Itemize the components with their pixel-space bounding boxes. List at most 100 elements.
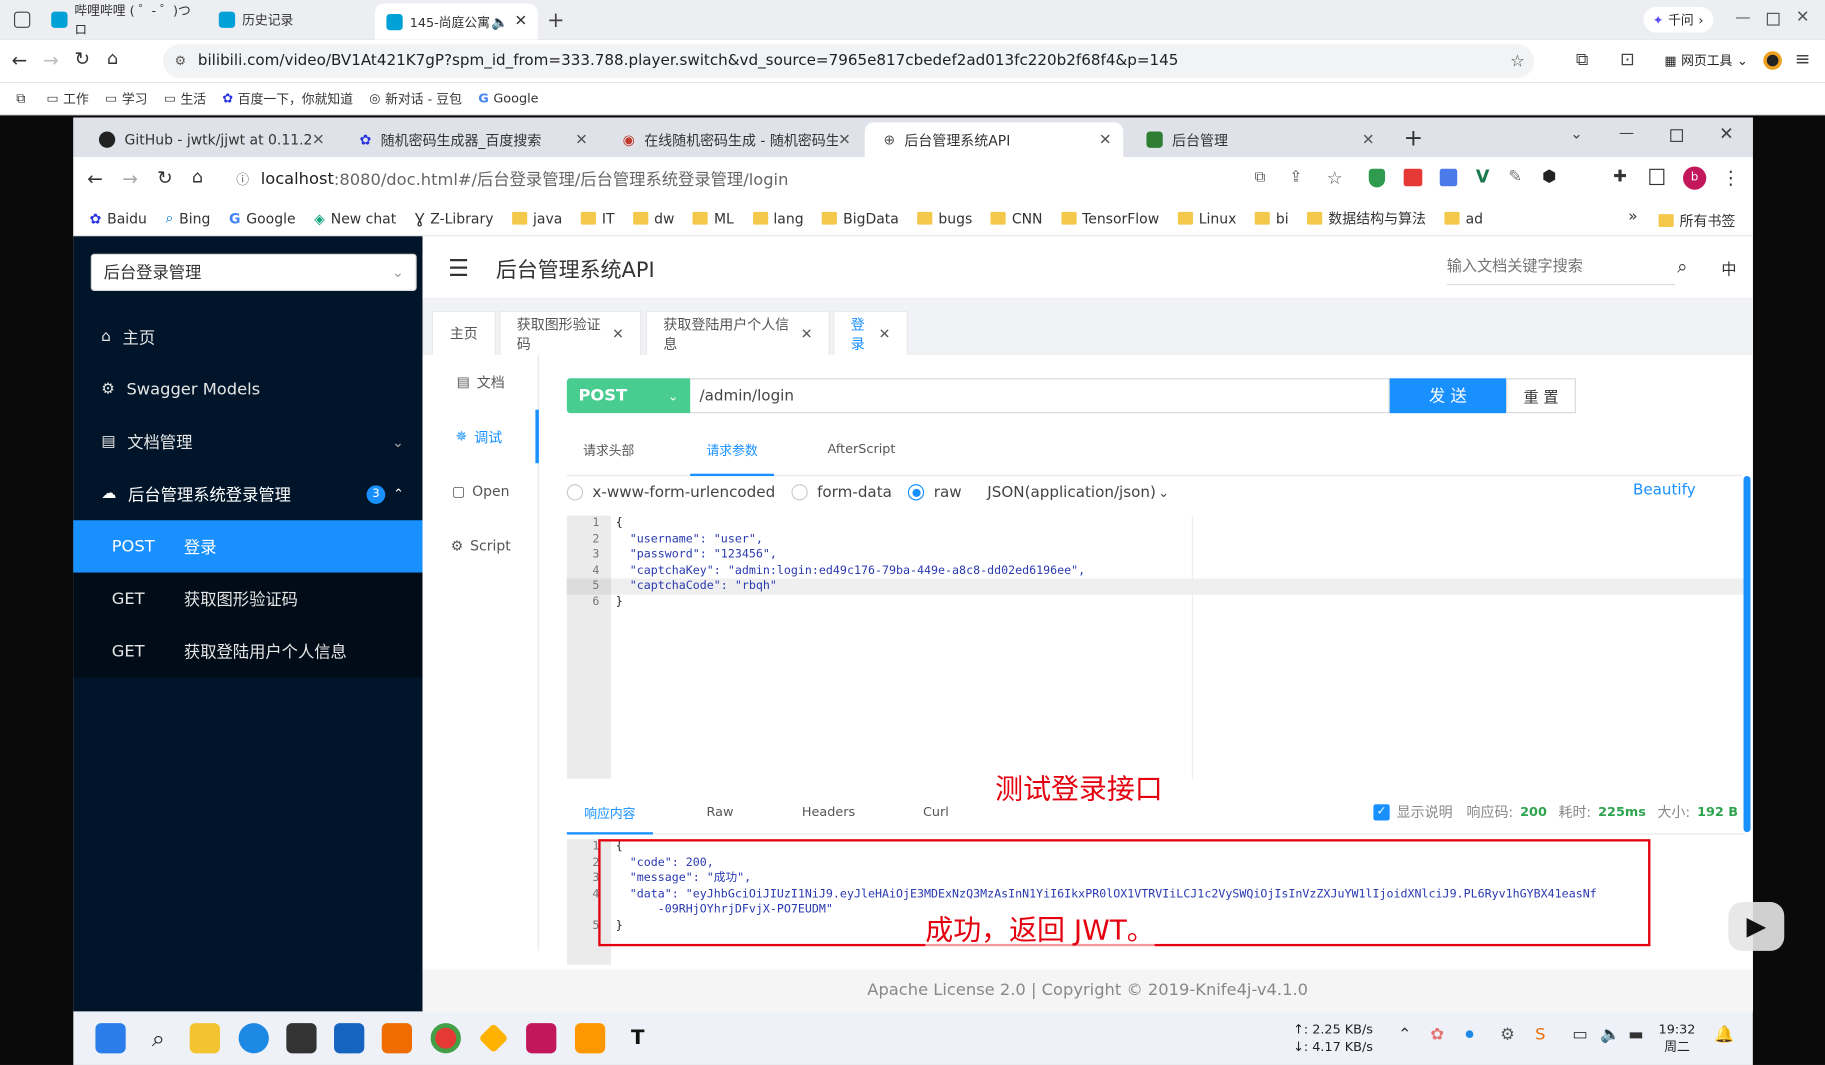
edge-icon[interactable] (238, 1023, 269, 1054)
tab-search-icon[interactable]: ⌄ (1570, 126, 1583, 143)
typora-icon[interactable]: T (623, 1023, 653, 1053)
close-icon[interactable]: ✕ (612, 325, 624, 341)
bookmark-folder[interactable]: ML (693, 210, 734, 226)
menu-open[interactable]: ▢ Open (422, 464, 538, 518)
tab-actions-icon[interactable] (13, 11, 31, 28)
web-tools-button[interactable]: ▦ 网页工具 ⌄ (1664, 51, 1747, 70)
tray-app-icon[interactable]: ✿ (1430, 1025, 1444, 1044)
doc-tab-userinfo[interactable]: 获取登陆用户个人信息 ✕ (645, 310, 830, 355)
site-info-icon[interactable]: ⚙ (175, 54, 186, 69)
bookmark-folder[interactable]: IT (580, 210, 615, 226)
outer-tab-bilibili[interactable]: 哔哩哔哩 ( ゜- ゜)つロ (40, 3, 203, 37)
info-icon[interactable]: ⓘ (236, 170, 249, 189)
bookmark-folder[interactable]: TensorFlow (1061, 210, 1159, 226)
shield-extension-icon[interactable] (1368, 168, 1386, 188)
tray-s-icon[interactable]: S (1535, 1025, 1545, 1044)
radio-urlencoded[interactable] (566, 484, 584, 501)
star-icon[interactable]: ☆ (1510, 52, 1525, 71)
inner-url-bar[interactable]: ⓘ localhost:8080/doc.html#/后台登录管理/后台管理系统… (236, 163, 1260, 196)
speaker-icon[interactable]: 🔈 (491, 13, 508, 29)
tab-params[interactable]: 请求参数 (690, 429, 774, 477)
outer-bookmark[interactable]: ✿ 百度一下，你就知道 (222, 89, 353, 108)
clock[interactable]: 19:32 周二 (1659, 1021, 1696, 1056)
store-icon[interactable] (334, 1023, 365, 1054)
inner-tab-admin[interactable]: 后台管理 ✕ (1128, 122, 1386, 157)
minimize-icon[interactable]: — (1735, 9, 1750, 26)
close-window-icon[interactable]: ✕ (1796, 8, 1810, 27)
sidebar-item-login-manage[interactable]: ☁ 后台管理系统登录管理 3 ⌃ (73, 468, 422, 520)
bookmark-folder[interactable]: dw (633, 210, 674, 226)
mic-icon[interactable]: ⏺ (1465, 1025, 1473, 1044)
sublime-icon[interactable] (574, 1023, 606, 1054)
close-tab-icon[interactable]: ✕ (312, 131, 325, 148)
screenshot-icon[interactable]: ⊡ (1620, 49, 1635, 70)
outer-bookmark[interactable]: G Google (478, 91, 538, 106)
chevron-up-icon[interactable]: ⌃ (1398, 1025, 1412, 1044)
bookmark-google[interactable]: G Google (229, 210, 296, 226)
bookmark-folder[interactable]: CNN (990, 210, 1043, 226)
radio-form-data[interactable] (791, 484, 808, 501)
forward-icon[interactable]: → (122, 168, 138, 190)
qianwen-button[interactable]: ✦ 千问 › (1643, 6, 1713, 33)
tab-raw[interactable]: Raw (706, 804, 733, 819)
outer-bookmark[interactable]: ▭ 学习 (105, 89, 147, 108)
forward-icon[interactable]: → (43, 49, 59, 71)
ghost-extension-icon[interactable]: ⬢ (1542, 168, 1556, 187)
chrome-icon[interactable] (430, 1023, 461, 1054)
inner-tab-api-doc[interactable]: ⊕ 后台管理系统API ✕ (864, 122, 1124, 158)
home-icon[interactable]: ⌂ (107, 48, 118, 69)
extensions-icon[interactable]: ⧉ (1576, 49, 1588, 70)
close-tab-icon[interactable]: ✕ (1099, 131, 1112, 148)
play-button[interactable]: ▶ (1728, 902, 1785, 951)
close-tab-icon[interactable]: ✕ (575, 131, 588, 148)
scrollbar[interactable] (1743, 476, 1751, 833)
bookmark-folder[interactable]: java (512, 210, 562, 226)
vue-extension-icon[interactable]: V (1476, 166, 1490, 187)
close-icon[interactable]: ✕ (879, 325, 891, 341)
outer-bookmark[interactable]: ▭ 工作 (46, 89, 88, 108)
file-explorer-icon[interactable] (189, 1023, 220, 1054)
back-icon[interactable]: ← (87, 168, 103, 190)
tab-response-content[interactable]: 响应内容 (566, 790, 653, 835)
radio-raw[interactable] (908, 484, 925, 501)
menu-debug[interactable]: ✵ 调试 (422, 409, 539, 464)
search-box[interactable] (1446, 252, 1675, 286)
minimize-icon[interactable]: — (1619, 125, 1634, 142)
close-tab-icon[interactable]: ✕ (1362, 131, 1375, 148)
search-input[interactable] (1446, 252, 1668, 275)
sidebar-item-doc-manage[interactable]: ▤ 文档管理 ⌄ (73, 416, 422, 468)
bookmark-bing[interactable]: ⌕ Bing (166, 210, 211, 227)
tab-headers[interactable]: 请求头部 (583, 441, 634, 460)
menu-icon[interactable]: ⋮ (1721, 166, 1740, 188)
bookmark-zlibrary[interactable]: Ɣ Z-Library (415, 210, 494, 226)
show-desc-checkbox[interactable]: ✓ (1373, 803, 1390, 820)
content-type-select[interactable]: JSON(application/json) (987, 484, 1156, 501)
close-tab-icon[interactable]: ✕ (838, 130, 851, 149)
bookmark-folder[interactable]: Linux (1177, 210, 1236, 226)
new-tab-icon[interactable]: + (1404, 123, 1424, 151)
sidebar-sub-captcha[interactable]: GET 获取图形验证码 (73, 572, 423, 626)
outer-tab-video[interactable]: 145-尚庭公寓 🔈 ✕ (374, 3, 538, 40)
sidebar-sub-login[interactable]: POST 登录 (73, 520, 423, 573)
method-select[interactable]: POST ⌄ (566, 378, 691, 414)
search-icon[interactable]: ⌕ (1677, 255, 1687, 278)
inner-tab-github[interactable]: GitHub - jwtk/jjwt at 0.11.2 ✕ (80, 122, 336, 157)
reset-button[interactable]: 重 置 (1506, 378, 1576, 414)
volume-icon[interactable]: 🔈 (1600, 1025, 1620, 1044)
tray-tool-icon[interactable]: ⚙ (1500, 1025, 1515, 1044)
back-icon[interactable]: ← (12, 49, 28, 71)
sidebar-item-home[interactable]: ⌂ 主页 (73, 311, 422, 363)
avatar[interactable] (1763, 51, 1782, 70)
bookmark-baidu[interactable]: ✿ Baidu (90, 210, 147, 226)
request-path-input[interactable]: /admin/login (690, 378, 1390, 414)
more-bookmarks-button[interactable]: » (1628, 208, 1637, 225)
outer-url-bar[interactable]: ⚙ bilibili.com/video/BV1At421K7gP?spm_id… (162, 44, 1535, 78)
reload-icon[interactable]: ↻ (157, 166, 173, 188)
home-icon[interactable]: ⌂ (192, 166, 203, 187)
outer-tab-history[interactable]: 历史记录 (207, 5, 370, 35)
inner-tab-password[interactable]: ◉ 在线随机密码生成 - 随机密码生 ✕ (604, 122, 862, 157)
send-button[interactable]: 发 送 (1389, 378, 1507, 414)
bookmark-newchat[interactable]: ◈ New chat (314, 210, 396, 226)
translate-extension-icon[interactable] (1439, 168, 1458, 187)
battery-icon[interactable]: ▬ (1628, 1025, 1643, 1044)
